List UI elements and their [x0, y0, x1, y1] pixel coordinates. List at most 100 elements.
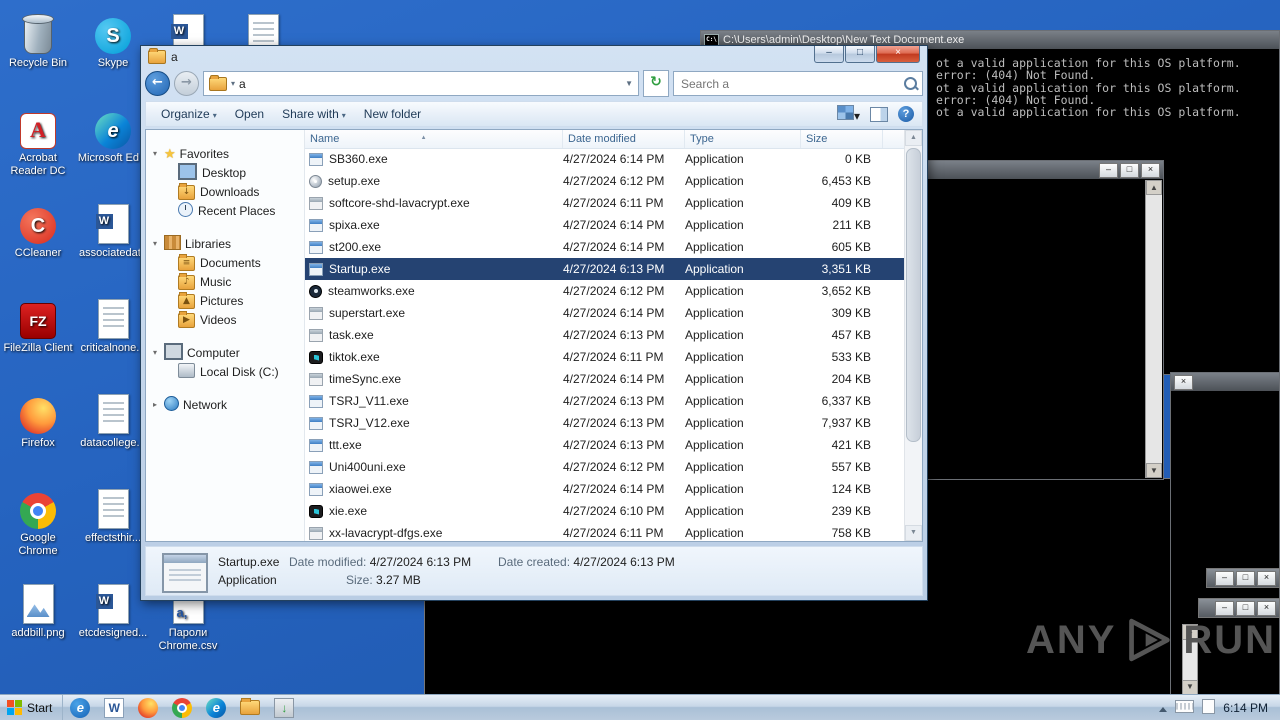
change-view-button[interactable]: ▾	[836, 105, 860, 123]
desktop-icon-acrobat-reader-dc[interactable]: A Acrobat Reader DC	[1, 105, 75, 178]
desktop-icon-ccleaner[interactable]: C CCleaner	[1, 200, 75, 260]
chevron-down-icon[interactable]: ▾	[231, 79, 235, 88]
file-row-tiktok-exe[interactable]: tiktok.exe 4/27/2024 6:11 PM Application 53…	[305, 346, 905, 368]
scrollbar-thumb[interactable]	[906, 148, 921, 442]
file-row-tsrj-v12-exe[interactable]: TSRJ_V12.exe 4/27/2024 6:13 PM Application…	[305, 412, 905, 434]
desktop-icon-criticalnone[interactable]: criticalnone...	[76, 295, 150, 355]
scroll-down-button[interactable]: ▼	[1146, 463, 1162, 478]
collapse-arrow-icon[interactable]: ▾	[150, 348, 160, 357]
desktop-icon-recycle-bin[interactable]: Recycle Bin	[1, 10, 75, 70]
file-row-st200-exe[interactable]: st200.exe 4/27/2024 6:14 PM Application 605…	[305, 236, 905, 258]
breadcrumb[interactable]: a	[239, 77, 246, 91]
nav-item-recent-places[interactable]: Recent Places	[146, 201, 304, 220]
search-box[interactable]	[673, 71, 923, 96]
file-list-scrollbar[interactable]: ▲ ▼	[904, 130, 922, 541]
nav-item-local-disk-c[interactable]: Local Disk (C:)	[146, 362, 304, 381]
preview-pane-button[interactable]	[870, 106, 888, 122]
maximize-button[interactable]: □	[1120, 162, 1139, 178]
taskbar-clock[interactable]: 6:14 PM	[1223, 701, 1268, 715]
close-button[interactable]: ×	[1174, 374, 1193, 390]
organize-button[interactable]: Organize ▾	[152, 107, 226, 121]
desktop-icon-etcdesigned[interactable]: Wetcdesigned...	[76, 580, 150, 640]
file-row-softcore-shd-lavacrypt-exe[interactable]: softcore-shd-lavacrypt.exe 4/27/2024 6:11…	[305, 192, 905, 214]
open-button[interactable]: Open	[226, 107, 273, 121]
nav-item-pictures[interactable]: ▲ Pictures	[146, 291, 304, 310]
scroll-down-button[interactable]: ▼	[1183, 680, 1197, 695]
start-button[interactable]: Start	[0, 695, 64, 720]
taskbar-installer-icon[interactable]: ↓	[267, 695, 301, 720]
nav-group-header-computer[interactable]: ▾ Computer	[146, 342, 304, 362]
file-row-tsrj-v11-exe[interactable]: TSRJ_V11.exe 4/27/2024 6:13 PM Application…	[305, 390, 905, 412]
scroll-up-button[interactable]: ▲	[1146, 180, 1162, 195]
scroll-down-button[interactable]: ▼	[905, 525, 922, 541]
keyboard-icon[interactable]	[1175, 699, 1195, 716]
address-bar[interactable]: ▾ a ▼	[203, 71, 639, 96]
taskbar-folder-icon[interactable]	[233, 695, 267, 720]
expand-arrow-icon[interactable]: ▸	[150, 400, 160, 409]
taskbar-firefox-icon[interactable]	[131, 695, 165, 720]
search-input[interactable]	[679, 75, 904, 92]
close-button[interactable]: ×	[876, 46, 920, 63]
file-row-steamworks-exe[interactable]: steamworks.exe 4/27/2024 6:12 PM Applicati…	[305, 280, 905, 302]
help-button[interactable]: ?	[898, 106, 914, 122]
nav-item-documents[interactable]: ≡ Documents	[146, 253, 304, 272]
file-row-xie-exe[interactable]: xie.exe 4/27/2024 6:10 PM Application 239 K…	[305, 500, 905, 522]
maximize-button[interactable]: □	[1236, 570, 1255, 586]
file-row-superstart-exe[interactable]: superstart.exe 4/27/2024 6:14 PM Applicati…	[305, 302, 905, 324]
close-button[interactable]: ×	[1257, 570, 1276, 586]
desktop-icon-skype[interactable]: S Skype	[76, 10, 150, 70]
file-row-startup-exe[interactable]: Startup.exe 4/27/2024 6:13 PM Application 3…	[305, 258, 905, 280]
explorer-titlebar[interactable]: a	[141, 46, 927, 68]
scroll-up-button[interactable]: ▲	[905, 130, 922, 146]
column-header-type[interactable]: Type	[685, 130, 801, 148]
search-icon[interactable]	[904, 77, 917, 90]
file-row-spixa-exe[interactable]: spixa.exe 4/27/2024 6:14 PM Application 211…	[305, 214, 905, 236]
collapse-arrow-icon[interactable]: ▾	[150, 149, 160, 158]
share-with-button[interactable]: Share with ▾	[273, 107, 355, 121]
taskbar-edge-icon[interactable]: e	[199, 695, 233, 720]
column-header-size[interactable]: Size	[801, 130, 883, 148]
new-folder-button[interactable]: New folder	[355, 107, 430, 121]
minimize-button[interactable]: –	[1215, 570, 1234, 586]
file-row-sb360-exe[interactable]: SB360.exe 4/27/2024 6:14 PM Application 0 K…	[305, 148, 905, 170]
file-row-timesync-exe[interactable]: timeSync.exe 4/27/2024 6:14 PM Application…	[305, 368, 905, 390]
nav-item-music[interactable]: ♪ Music	[146, 272, 304, 291]
notes-icon[interactable]	[1202, 698, 1216, 717]
taskbar-internet-explorer-icon[interactable]: e	[63, 695, 97, 720]
refresh-button[interactable]: ↻	[643, 70, 669, 97]
minimize-button[interactable]: –	[1099, 162, 1118, 178]
console-2-scrollbar[interactable]: ▲ ▼	[1145, 180, 1162, 478]
nav-item-videos[interactable]: ▶ Videos	[146, 310, 304, 329]
window-fragment-titlebar[interactable]: – □ ×	[1206, 568, 1280, 588]
console-3-titlebar[interactable]: ×	[1171, 373, 1279, 391]
column-header-name[interactable]: ▲ Name	[305, 130, 563, 148]
column-header-date-modified[interactable]: Date modified	[563, 130, 685, 148]
maximize-button[interactable]: □	[845, 46, 875, 63]
desktop-icon-filezilla-client[interactable]: FZ FileZilla Client	[1, 295, 75, 355]
minimize-button[interactable]: –	[814, 46, 844, 63]
nav-group-header-favorites[interactable]: ▾ ★ Favorites	[146, 144, 304, 163]
file-row-ttt-exe[interactable]: ttt.exe 4/27/2024 6:13 PM Application 421 K…	[305, 434, 905, 456]
file-row-uni400uni-exe[interactable]: Uni400uni.exe 4/27/2024 6:12 PM Applicatio…	[305, 456, 905, 478]
file-row-xiaowei-exe[interactable]: xiaowei.exe 4/27/2024 6:14 PM Application 1…	[305, 478, 905, 500]
address-history-dropdown[interactable]: ▼	[625, 79, 633, 88]
desktop-icon-effectsthir[interactable]: effectsthir...	[76, 485, 150, 545]
taskbar-chrome-icon[interactable]	[165, 695, 199, 720]
taskbar-word-icon[interactable]: W	[97, 695, 131, 720]
desktop-icon-datacollege[interactable]: datacollege...	[76, 390, 150, 450]
nav-group-header-network[interactable]: ▸ Network	[146, 395, 304, 414]
close-button[interactable]: ×	[1141, 162, 1160, 178]
desktop-icon-firefox[interactable]: Firefox	[1, 390, 75, 450]
nav-item-desktop[interactable]: Desktop	[146, 162, 304, 182]
desktop-icon-microsoft-ed[interactable]: e Microsoft Ed...	[76, 105, 150, 165]
file-row-task-exe[interactable]: task.exe 4/27/2024 6:13 PM Application 457 …	[305, 324, 905, 346]
nav-group-header-libraries[interactable]: ▾ Libraries	[146, 234, 304, 253]
nav-item-downloads[interactable]: ↓ Downloads	[146, 182, 304, 201]
file-row-xx-lavacrypt-dfgs-exe[interactable]: xx-lavacrypt-dfgs.exe 4/27/2024 6:11 PM Ap…	[305, 522, 905, 541]
forward-button[interactable]: →	[174, 71, 199, 96]
desktop-icon-associatedata[interactable]: Wassociatedata	[76, 200, 150, 260]
desktop-icon-addbill-png[interactable]: addbill.png	[1, 580, 75, 640]
collapse-arrow-icon[interactable]: ▾	[150, 239, 160, 248]
hidden-icons-chevron-icon[interactable]	[1159, 701, 1168, 715]
desktop-icon-google-chrome[interactable]: Google Chrome	[1, 485, 75, 558]
